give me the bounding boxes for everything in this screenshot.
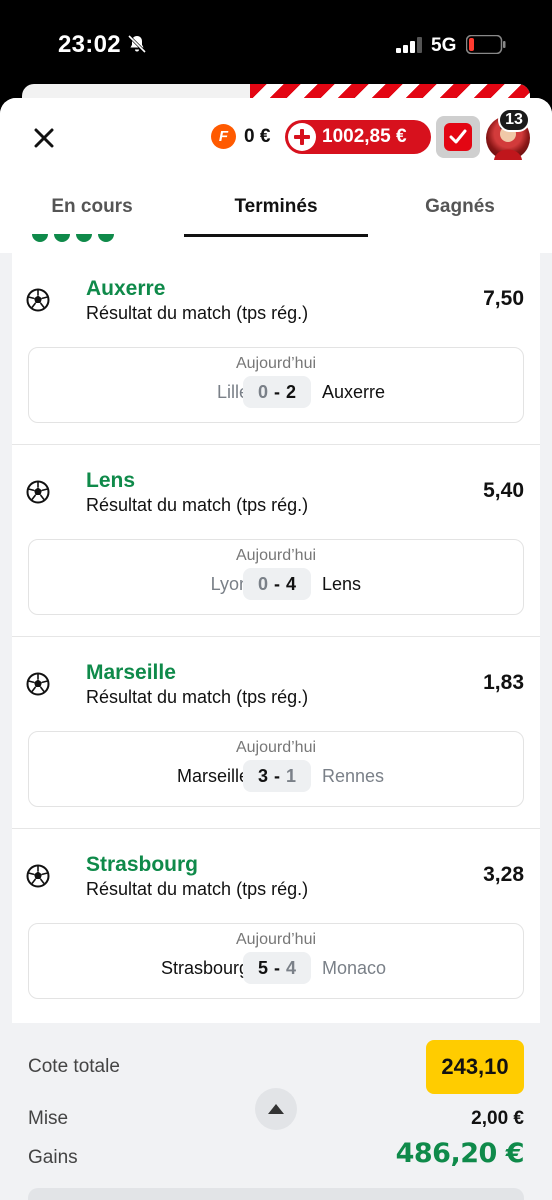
home-score: 5 bbox=[257, 957, 268, 978]
active-tab-indicator bbox=[184, 234, 368, 237]
battery-icon bbox=[466, 35, 506, 54]
stake-label: Mise bbox=[28, 1108, 69, 1129]
match-result: Aujourd’hui Strasbourg 5 - 4 Monaco bbox=[28, 923, 524, 999]
score-pill: 5 - 4 bbox=[243, 952, 311, 984]
match-date: Aujourd’hui bbox=[235, 931, 317, 948]
away-team: Lens bbox=[322, 574, 362, 594]
soccer-ball-icon bbox=[26, 480, 50, 504]
stake-value: 2,00 € bbox=[471, 1108, 524, 1129]
bet-summary: Cote totale 243,10 Mise 2,00 € Gains 486… bbox=[12, 1026, 540, 1200]
away-score: 2 bbox=[286, 381, 297, 402]
selection-market: Résultat du match (tps rég.) bbox=[86, 879, 309, 899]
notification-badge: 13 bbox=[498, 108, 530, 132]
selection-item[interactable]: Strasbourg Résultat du match (tps rég.) … bbox=[12, 829, 540, 1021]
checkmark-icon bbox=[444, 123, 472, 151]
score-row: Strasbourg 5 - 4 Monaco bbox=[29, 952, 523, 984]
home-score: 0 bbox=[257, 573, 268, 594]
away-team: Auxerre bbox=[322, 382, 386, 402]
selection-market: Résultat du match (tps rég.) bbox=[86, 303, 309, 323]
sheet-header: F 0 € 1002,85 € 13 En cours Terminés Gag… bbox=[0, 98, 552, 253]
fdj-logo-icon: F bbox=[211, 124, 236, 149]
home-score: 3 bbox=[257, 765, 268, 786]
progress-dots-icon bbox=[32, 234, 114, 242]
selection-item[interactable]: Auxerre Résultat du match (tps rég.) 7,5… bbox=[12, 253, 540, 445]
total-odds-badge: 243,10 bbox=[426, 1040, 524, 1094]
score-separator: - bbox=[274, 765, 280, 786]
selection-market: Résultat du match (tps rég.) bbox=[86, 687, 309, 707]
betslip-button[interactable] bbox=[436, 116, 480, 158]
bell-muted-icon bbox=[127, 34, 147, 54]
selection-team: Auxerre bbox=[86, 277, 166, 300]
selection-odds: 3,28 bbox=[483, 863, 524, 886]
selection-team: Strasbourg bbox=[86, 853, 199, 876]
selection-odds: 7,50 bbox=[483, 287, 524, 310]
score-row: Lyon 0 - 4 Lens bbox=[29, 568, 523, 600]
tab-termines[interactable]: Terminés bbox=[184, 186, 368, 238]
chevron-up-icon bbox=[268, 1104, 284, 1114]
selection-odds: 5,40 bbox=[483, 479, 524, 502]
total-odds-label: Cote totale bbox=[28, 1056, 120, 1077]
bet-card: Auxerre Résultat du match (tps rég.) 7,5… bbox=[12, 253, 540, 1023]
match-date: Aujourd’hui bbox=[235, 739, 317, 756]
home-team: Marseille bbox=[176, 766, 249, 786]
gains-value: 486,20 € bbox=[395, 1138, 525, 1169]
soccer-ball-icon bbox=[26, 288, 50, 312]
away-score: 4 bbox=[286, 573, 297, 594]
expand-button[interactable] bbox=[255, 1088, 297, 1130]
selection-item[interactable]: Lens Résultat du match (tps rég.) 5,40 A… bbox=[12, 445, 540, 637]
away-score: 4 bbox=[286, 957, 297, 978]
away-team: Monaco bbox=[322, 958, 387, 978]
bet-detail-sheet: F 0 € 1002,85 € 13 En cours Terminés Gag… bbox=[0, 98, 552, 1200]
selection-odds: 1,83 bbox=[483, 671, 524, 694]
home-team: Strasbourg bbox=[160, 958, 249, 978]
score-row: Marseille 3 - 1 Rennes bbox=[29, 760, 523, 792]
soccer-ball-icon bbox=[26, 672, 50, 696]
selection-team: Marseille bbox=[86, 661, 176, 684]
bottom-action-bar[interactable] bbox=[28, 1188, 524, 1200]
account-balance: 1002,85 € bbox=[322, 126, 407, 147]
match-date: Aujourd’hui bbox=[235, 355, 317, 372]
network-label: 5G bbox=[431, 35, 457, 56]
score-row: Lille 0 - 2 Auxerre bbox=[29, 376, 523, 408]
score-separator: - bbox=[274, 957, 280, 978]
tab-en-cours[interactable]: En cours bbox=[0, 186, 184, 238]
score-pill: 0 - 2 bbox=[243, 376, 311, 408]
match-result: Aujourd’hui Lille 0 - 2 Auxerre bbox=[28, 347, 524, 423]
home-score: 0 bbox=[257, 381, 268, 402]
selection-item[interactable]: Marseille Résultat du match (tps rég.) 1… bbox=[12, 637, 540, 829]
score-separator: - bbox=[274, 573, 280, 594]
away-team: Rennes bbox=[322, 766, 385, 786]
score-pill: 0 - 4 bbox=[243, 568, 311, 600]
tab-gagnes[interactable]: Gagnés bbox=[368, 186, 552, 238]
status-bar: 23:02 5G bbox=[0, 0, 552, 86]
tabs: En cours Terminés Gagnés bbox=[0, 186, 552, 238]
deposit-button[interactable]: 1002,85 € bbox=[285, 120, 431, 154]
match-result: Aujourd’hui Lyon 0 - 4 Lens bbox=[28, 539, 524, 615]
soccer-ball-icon bbox=[26, 864, 50, 888]
fdj-balance: 0 € bbox=[244, 126, 271, 147]
score-separator: - bbox=[274, 381, 280, 402]
match-date: Aujourd’hui bbox=[235, 547, 317, 564]
status-time: 23:02 bbox=[58, 31, 121, 58]
plus-icon bbox=[288, 123, 316, 151]
away-score: 1 bbox=[286, 765, 297, 786]
close-icon bbox=[34, 128, 54, 148]
close-button[interactable] bbox=[28, 122, 60, 154]
signal-icon bbox=[396, 37, 422, 53]
gains-label: Gains bbox=[28, 1147, 78, 1168]
score-pill: 3 - 1 bbox=[243, 760, 311, 792]
selection-market: Résultat du match (tps rég.) bbox=[86, 495, 309, 515]
selection-team: Lens bbox=[86, 469, 136, 492]
match-result: Aujourd’hui Marseille 3 - 1 Rennes bbox=[28, 731, 524, 807]
